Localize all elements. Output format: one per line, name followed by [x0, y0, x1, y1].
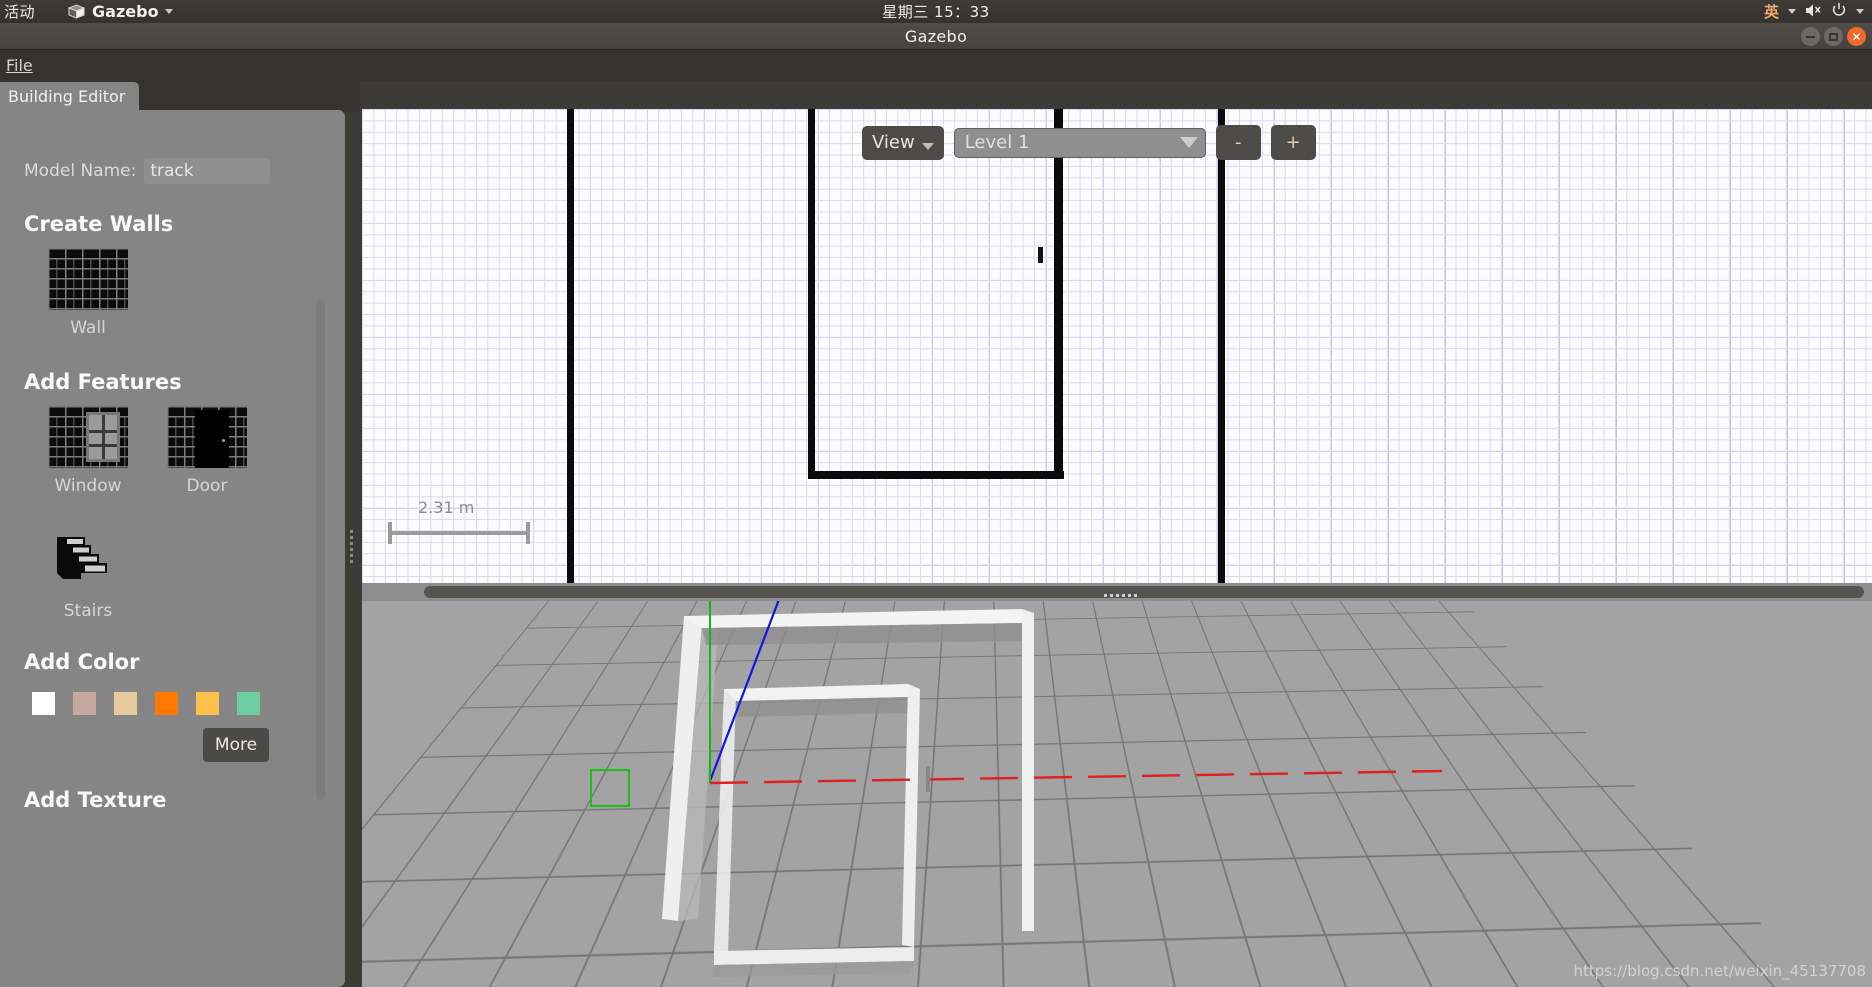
level-add-button[interactable]: +	[1270, 125, 1316, 160]
scale-indicator: 2.31 m	[388, 498, 530, 544]
color-swatch-amber[interactable]	[196, 692, 219, 715]
level-select[interactable]: Level 1	[953, 127, 1206, 158]
speaker-muted-icon[interactable]	[1805, 3, 1822, 21]
building-model-3d	[662, 601, 1443, 977]
tool-wall-label: Wall	[70, 318, 106, 338]
section-heading-add-features: Add Features	[24, 370, 182, 394]
wall-segment[interactable]	[567, 109, 574, 587]
floorplan-toolbar: View Level 1 - +	[862, 125, 1316, 160]
section-heading-add-color: Add Color	[24, 650, 140, 674]
window-title: Gazebo	[904, 27, 968, 46]
maximize-icon[interactable]	[1824, 27, 1843, 46]
tool-door[interactable]: Door	[167, 406, 247, 496]
section-heading-create-walls: Create Walls	[24, 212, 174, 236]
window-titlebar: Gazebo ✕	[0, 23, 1872, 50]
close-icon[interactable]: ✕	[1847, 27, 1866, 46]
stairs-icon	[55, 535, 121, 581]
color-swatch-mint[interactable]	[237, 692, 260, 715]
color-swatch-orange[interactable]	[155, 692, 178, 715]
green-selection-box[interactable]	[590, 769, 630, 807]
gazebo-3d-viewport[interactable]: https://blog.csdn.net/weixin_45137708	[362, 601, 1872, 987]
wall-segment[interactable]	[808, 471, 1064, 479]
building-editor-panel: Model Name: Create Walls Wall Add Featur…	[0, 110, 345, 987]
watermark-text: https://blog.csdn.net/weixin_45137708	[1573, 962, 1866, 980]
model-name-row: Model Name:	[24, 158, 271, 184]
floorplan-2d-view[interactable]	[362, 109, 1872, 587]
wall-segment[interactable]	[808, 109, 815, 479]
brick-wall-icon	[48, 248, 128, 310]
color-swatch-white[interactable]	[32, 692, 55, 715]
view-menu-label: View	[872, 132, 915, 153]
dock-resize-handle[interactable]	[350, 530, 353, 563]
tool-window[interactable]: Window	[48, 406, 128, 496]
level-select-value: Level 1	[964, 132, 1030, 153]
more-colors-button[interactable]: More	[203, 728, 269, 762]
wall-segment[interactable]	[1218, 109, 1225, 587]
chevron-down-icon	[1788, 9, 1796, 14]
minimize-icon[interactable]	[1801, 27, 1820, 46]
scale-ruler	[388, 522, 530, 544]
floorplan-hscrollbar-thumb[interactable]	[424, 586, 1864, 598]
tool-door-label: Door	[186, 476, 228, 496]
scale-value: 2.31 m	[418, 498, 475, 517]
window-icon	[48, 406, 128, 468]
model-name-input[interactable]	[144, 158, 271, 184]
chevron-down-icon	[1856, 9, 1864, 14]
wall-segment[interactable]	[1054, 109, 1063, 479]
section-heading-add-texture: Add Texture	[24, 788, 167, 812]
input-method-indicator[interactable]: 英	[1764, 1, 1779, 22]
dock-tabstrip: Building Editor	[0, 82, 360, 112]
door-icon	[167, 406, 247, 468]
color-swatch-tan[interactable]	[114, 692, 137, 715]
floorplan-hscrollbar[interactable]	[362, 583, 1872, 601]
color-swatch-rose[interactable]	[73, 692, 96, 715]
x-axis-red	[709, 769, 1443, 785]
chevron-down-icon	[1179, 137, 1198, 148]
level-remove-button[interactable]: -	[1215, 125, 1261, 160]
system-tray: 英	[1764, 0, 1864, 23]
color-swatch-row	[32, 692, 260, 715]
view-menu-button[interactable]: View	[862, 125, 944, 160]
gazebo-menubar: File	[0, 50, 1872, 82]
tool-stairs-label: Stairs	[63, 601, 113, 621]
menu-item-file[interactable]: File	[0, 50, 41, 81]
panel-scrollbar[interactable]	[316, 300, 325, 800]
model-name-label: Model Name:	[24, 161, 137, 181]
window-controls: ✕	[1801, 27, 1866, 46]
wall-endpoint-marker	[1038, 247, 1043, 263]
system-clock[interactable]: 星期三 15：33	[0, 1, 1872, 22]
power-icon[interactable]	[1831, 2, 1847, 21]
tab-building-editor[interactable]: Building Editor	[0, 82, 140, 112]
view-splitter-handle[interactable]	[1104, 594, 1137, 597]
ubuntu-system-bar: 活动 Gazebo 星期三 15：33 英	[0, 0, 1872, 23]
tool-wall[interactable]: Wall	[48, 248, 128, 338]
tool-window-label: Window	[54, 476, 122, 496]
chevron-down-icon	[921, 142, 934, 150]
menu-item-file-label: File	[6, 56, 33, 75]
tool-stairs[interactable]: Stairs	[55, 535, 121, 621]
